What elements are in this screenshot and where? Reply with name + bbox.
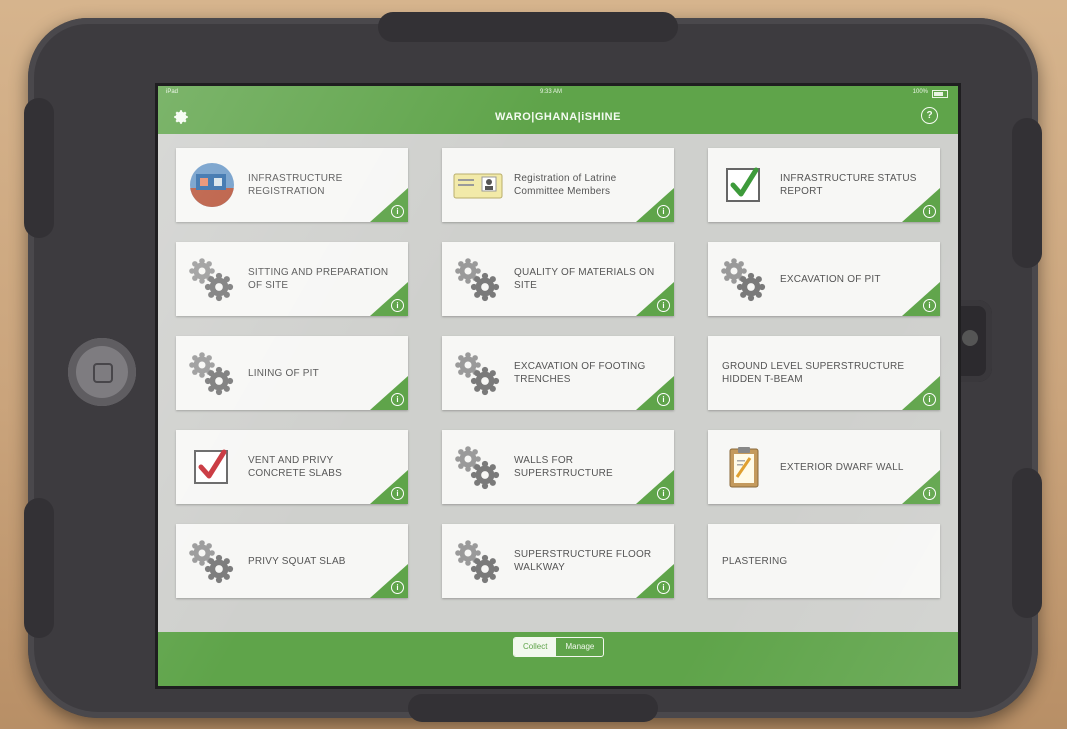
info-icon[interactable]: i xyxy=(923,393,936,406)
info-icon[interactable]: i xyxy=(391,581,404,594)
info-icon[interactable]: i xyxy=(391,393,404,406)
tile-corner-badge xyxy=(636,470,674,504)
case-bottom-bumper xyxy=(408,694,658,722)
gears-icon xyxy=(186,256,238,302)
red-checkbox-icon xyxy=(186,444,238,490)
gears-icon xyxy=(186,350,238,396)
gears-icon xyxy=(452,256,504,302)
gears-icon xyxy=(718,256,770,302)
id-card-icon xyxy=(452,162,504,208)
tile-corner-badge xyxy=(636,188,674,222)
form-tile[interactable]: SITTING AND PREPARATION OF SITE i xyxy=(176,242,408,316)
info-icon[interactable]: i xyxy=(923,205,936,218)
tile-corner-badge xyxy=(902,282,940,316)
bottom-bar: Collect Manage xyxy=(158,632,958,686)
form-tile[interactable]: GROUND LEVEL SUPERSTRUCTURE HIDDEN T-BEA… xyxy=(708,336,940,410)
form-tile[interactable]: INFRASTRUCTURE STATUS REPORT i xyxy=(708,148,940,222)
info-icon[interactable]: i xyxy=(391,299,404,312)
info-icon[interactable]: i xyxy=(657,299,670,312)
tile-label: PLASTERING xyxy=(722,555,788,567)
app-screen: iPad 9:33 AM 100% WARO|GHANA|iSHINE ? IN… xyxy=(158,86,958,686)
home-button[interactable] xyxy=(68,338,136,406)
tile-corner-badge xyxy=(370,376,408,410)
case-left-bumper-top xyxy=(24,98,54,238)
tile-label: GROUND LEVEL SUPERSTRUCTURE HIDDEN T-BEA… xyxy=(722,361,905,385)
tile-corner-badge xyxy=(902,376,940,410)
info-icon[interactable]: i xyxy=(657,581,670,594)
form-tile[interactable]: WALLS FOR SUPERSTRUCTURE i xyxy=(442,430,674,504)
status-bar: iPad 9:33 AM 100% xyxy=(158,86,958,100)
form-tile[interactable]: EXTERIOR DWARF WALL i xyxy=(708,430,940,504)
app-title: WARO|GHANA|iSHINE xyxy=(495,111,621,123)
case-right-bumper-bottom xyxy=(1012,468,1042,618)
clock: 9:33 AM xyxy=(540,89,563,95)
info-icon[interactable]: i xyxy=(391,205,404,218)
battery-percent: 100% xyxy=(912,89,928,95)
tile-corner-badge xyxy=(370,282,408,316)
form-tile[interactable]: Registration of Latrine Committee Member… xyxy=(442,148,674,222)
tile-corner-badge xyxy=(370,564,408,598)
case-top-bumper xyxy=(378,12,678,42)
info-icon[interactable]: i xyxy=(657,487,670,500)
gears-icon xyxy=(452,538,504,584)
tile-corner-badge xyxy=(636,282,674,316)
form-tile-grid: INFRASTRUCTURE REGISTRATION i Registration… xyxy=(176,148,940,608)
info-icon[interactable]: i xyxy=(923,299,936,312)
manage-tab[interactable]: Manage xyxy=(556,638,603,656)
battery-icon xyxy=(932,90,948,98)
info-icon[interactable]: i xyxy=(923,487,936,500)
tile-corner-badge xyxy=(636,564,674,598)
info-icon[interactable]: i xyxy=(657,393,670,406)
clipboard-icon xyxy=(718,444,770,490)
green-checkbox-icon xyxy=(718,162,770,208)
tile-corner-badge xyxy=(902,470,940,504)
gears-icon xyxy=(452,350,504,396)
form-tile[interactable]: QUALITY OF MATERIALS ON SITE i xyxy=(442,242,674,316)
form-tile[interactable]: PLASTERING xyxy=(708,524,940,598)
mode-segmented-control: Collect Manage xyxy=(513,637,605,657)
form-tile[interactable]: SUPERSTRUCTURE FLOOR WALKWAY i xyxy=(442,524,674,598)
form-tile[interactable]: EXCAVATION OF PIT i xyxy=(708,242,940,316)
gears-icon xyxy=(186,538,238,584)
building-photo-icon xyxy=(186,162,238,208)
form-tile[interactable]: LINING OF PIT i xyxy=(176,336,408,410)
help-icon[interactable]: ? xyxy=(921,107,938,124)
info-icon[interactable]: i xyxy=(657,205,670,218)
tile-corner-badge xyxy=(902,188,940,222)
tile-corner-badge xyxy=(370,188,408,222)
carrier-label: iPad xyxy=(166,89,179,95)
gears-icon xyxy=(452,444,504,490)
tile-corner-badge xyxy=(636,376,674,410)
collect-tab[interactable]: Collect xyxy=(514,638,557,656)
tile-corner-badge xyxy=(370,470,408,504)
form-tile[interactable]: PRIVY SQUAT SLAB i xyxy=(176,524,408,598)
info-icon[interactable]: i xyxy=(391,487,404,500)
form-tile[interactable]: VENT AND PRIVY CONCRETE SLABS i xyxy=(176,430,408,504)
form-tile[interactable]: EXCAVATION OF FOOTING TRENCHES i xyxy=(442,336,674,410)
header-bar: WARO|GHANA|iSHINE ? xyxy=(158,100,958,134)
form-tile[interactable]: INFRASTRUCTURE REGISTRATION i xyxy=(176,148,408,222)
case-right-bumper-top xyxy=(1012,118,1042,268)
case-left-bumper-bottom xyxy=(24,498,54,638)
